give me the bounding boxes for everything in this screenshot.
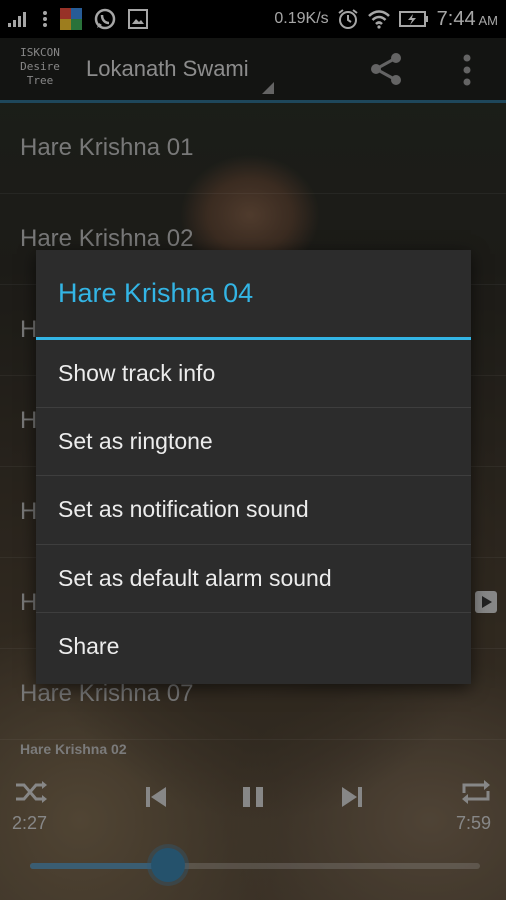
dialog-title: Hare Krishna 04 — [36, 250, 471, 340]
set-as-default-alarm-sound-option[interactable]: Set as default alarm sound — [36, 545, 471, 613]
show-track-info-option[interactable]: Show track info — [36, 340, 471, 409]
set-as-notification-sound-option[interactable]: Set as notification sound — [36, 476, 471, 545]
track-options-dialog: Hare Krishna 04 Show track info Set as r… — [36, 250, 471, 684]
set-as-ringtone-option[interactable]: Set as ringtone — [36, 408, 471, 477]
share-option[interactable]: Share — [36, 613, 471, 681]
